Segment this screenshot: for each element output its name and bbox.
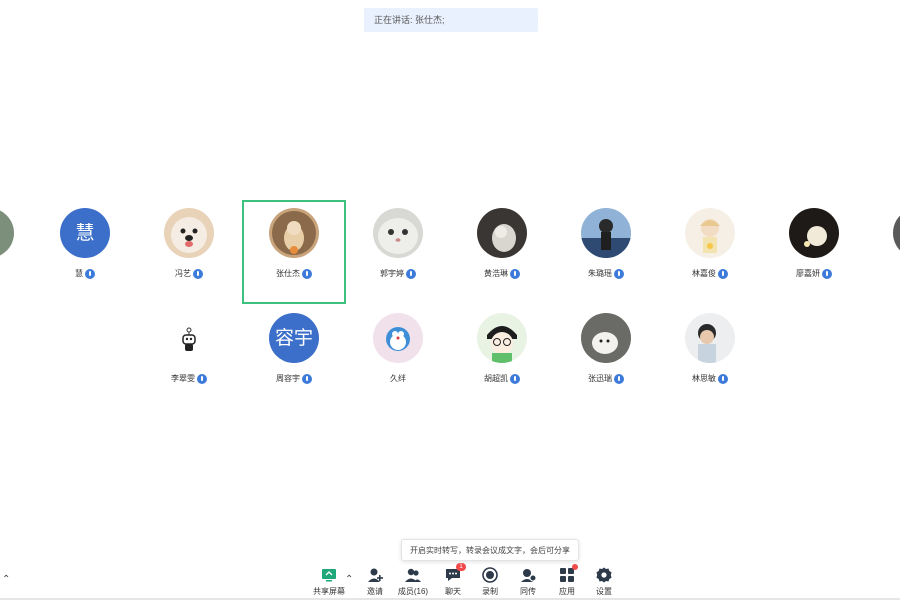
- apps-notification-dot: [572, 564, 578, 570]
- mic-icon: [718, 268, 728, 279]
- doraemon-avatar: [373, 313, 423, 363]
- mic-icon: [193, 268, 203, 279]
- share-options-chevron-icon[interactable]: ⌃: [345, 574, 353, 585]
- dark-cat-avatar: [477, 208, 527, 258]
- record-label: 录制: [482, 587, 498, 596]
- participant-tile[interactable]: 林思敏: [658, 305, 762, 409]
- apps-label: 应用: [559, 587, 575, 596]
- participant-name: 朱璐瑶: [588, 269, 612, 278]
- participant-tile[interactable]: 朱璐瑶: [554, 200, 658, 304]
- girl-avatar: [581, 208, 631, 258]
- participant-name: 林思敏: [692, 374, 716, 383]
- members-button[interactable]: 成员(16): [393, 564, 433, 598]
- gear-icon: [595, 566, 613, 584]
- participant-name: 冯艺: [175, 269, 191, 278]
- light-figure-avatar: [789, 208, 839, 258]
- participant-tile[interactable]: 李翠雯: [137, 305, 241, 409]
- participant-name: 李翠雯: [171, 374, 195, 383]
- participant-tile[interactable]: 黄浩琳: [450, 200, 554, 304]
- participant-name: 胡超凯: [484, 374, 508, 383]
- chat-unread-badge: 1: [456, 563, 466, 571]
- mic-icon: [822, 268, 832, 279]
- participant-name: 黄浩琳: [484, 269, 508, 278]
- mic-icon: [510, 268, 520, 279]
- chat-icon: 1: [444, 563, 466, 584]
- mic-icon: [510, 373, 520, 384]
- members-label: 成员(16): [397, 587, 429, 596]
- interpretation-icon: [519, 566, 537, 584]
- members-icon: [404, 566, 422, 584]
- participant-tile[interactable]: 容宇 周容宇: [242, 305, 346, 409]
- mic-icon: [197, 373, 207, 384]
- chat-button[interactable]: 1 聊天: [433, 563, 473, 598]
- add-user-icon: [366, 566, 384, 584]
- tooltip-text: 开启实时转写，转录会议成文字，会后可分享: [410, 546, 570, 555]
- interpretation-button[interactable]: 同传: [508, 564, 548, 598]
- participant-tile[interactable]: 张迅瑞: [554, 305, 658, 409]
- participant-tile[interactable]: 慧 慧: [33, 200, 137, 304]
- anime-avatar: [685, 208, 735, 258]
- participant-name: 久绊: [390, 374, 406, 383]
- invite-button[interactable]: 邀请: [355, 564, 395, 598]
- apps-grid-icon: [558, 564, 578, 584]
- participant-grid: 慧 慧 冯艺 张仕杰 郭宇婷 黄浩琳 朱璐瑶 林嘉俊 廖嘉妍 李翠雯 容宇 周容…: [0, 0, 900, 600]
- participant-name: 廖嘉妍: [796, 269, 820, 278]
- participant-tile[interactable]: 郭宇婷: [346, 200, 450, 304]
- mic-icon: [614, 373, 624, 384]
- child-avatar: [685, 313, 735, 363]
- apps-button[interactable]: 应用: [547, 564, 587, 598]
- participant-name: 周容宇: [276, 374, 300, 383]
- mic-icon: [406, 268, 416, 279]
- settings-label: 设置: [596, 587, 612, 596]
- cat-pillow-avatar: [269, 208, 319, 258]
- share-screen-icon: [320, 566, 338, 584]
- mic-icon: [302, 268, 312, 279]
- chat-label: 聊天: [445, 587, 461, 596]
- participant-name: 张仕杰: [276, 269, 300, 278]
- mic-icon: [302, 373, 312, 384]
- participant-tile[interactable]: 林嘉俊: [658, 200, 762, 304]
- participant-name: 慧: [75, 269, 83, 278]
- invite-label: 邀请: [367, 587, 383, 596]
- participant-tile[interactable]: 久绊: [346, 305, 450, 409]
- glasses-boy-avatar: [477, 313, 527, 363]
- text-avatar: 慧: [60, 208, 110, 258]
- participant-tile-active[interactable]: 张仕杰: [242, 200, 346, 304]
- interpretation-label: 同传: [520, 587, 536, 596]
- transcription-tooltip: 开启实时转写，转录会议成文字，会后可分享: [401, 539, 579, 561]
- record-button[interactable]: 录制: [470, 564, 510, 598]
- robot-avatar: [164, 313, 214, 363]
- participant-tile[interactable]: 廖嘉妍: [762, 200, 866, 304]
- record-icon: [481, 566, 499, 584]
- share-screen-button[interactable]: 共享屏幕: [309, 564, 349, 598]
- participant-tile[interactable]: 胡超凯: [450, 305, 554, 409]
- participant-name: 林嘉俊: [692, 269, 716, 278]
- participant-tile[interactable]: 冯艺: [137, 200, 241, 304]
- mic-icon: [614, 268, 624, 279]
- share-screen-label: 共享屏幕: [313, 587, 345, 596]
- settings-button[interactable]: 设置: [584, 564, 624, 598]
- dog-avatar: [164, 208, 214, 258]
- text-avatar: 容宇: [269, 313, 319, 363]
- participant-name: 郭宇婷: [380, 269, 404, 278]
- mic-icon: [85, 268, 95, 279]
- puppy-avatar: [581, 313, 631, 363]
- mic-icon: [718, 373, 728, 384]
- participant-name: 张迅瑞: [588, 374, 612, 383]
- cat-face-avatar: [373, 208, 423, 258]
- meeting-toolbar: 共享屏幕 ⌃ 邀请 成员(16) 1 聊天 录制 同传 应用 设置: [0, 560, 900, 600]
